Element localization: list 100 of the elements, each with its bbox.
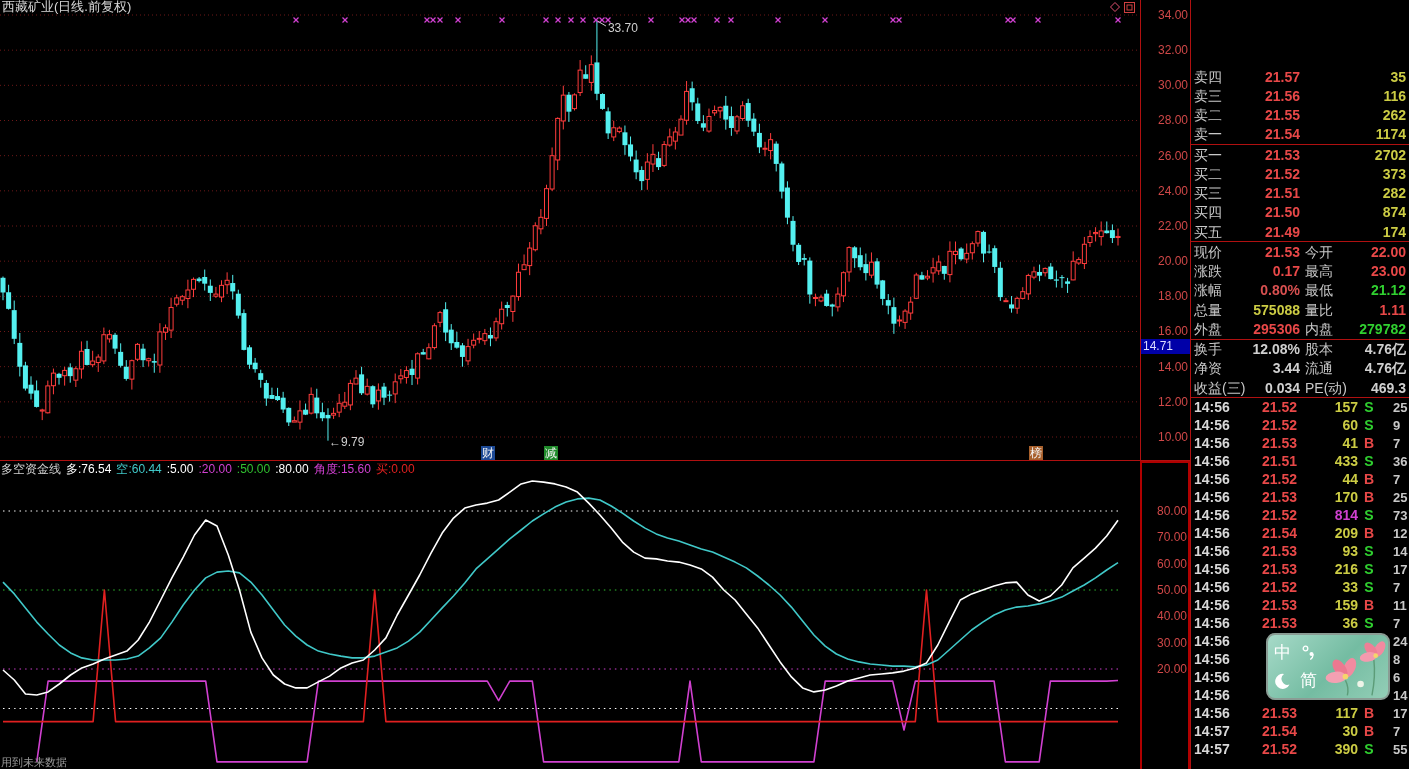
quote-value: 22.00 — [1369, 242, 1406, 261]
tick-time: 14:56 — [1194, 434, 1231, 452]
tick-cell-text: 9 — [1392, 416, 1402, 434]
bid-volume: 2702 — [1373, 145, 1406, 164]
ask-volume: 1174 — [1374, 125, 1406, 144]
tick-time: 14:56 — [1194, 560, 1231, 578]
tick-cell-text: 73 — [1392, 506, 1409, 524]
tick-volume: 33 — [1341, 578, 1358, 597]
quote-value: 295306 — [1252, 319, 1300, 338]
tick-side: S — [1363, 560, 1375, 578]
tick-price: 21.52 — [1260, 740, 1297, 759]
tick-volume: 390 — [1333, 740, 1358, 759]
tick-time: 14:56 — [1194, 416, 1231, 434]
axis-label: 22.00 — [1156, 218, 1189, 233]
tick-volume: 36 — [1341, 614, 1358, 633]
capital-value: 3.44 — [1271, 359, 1300, 378]
axis-label: 80.00 — [1156, 504, 1187, 518]
tick-side: S — [1363, 578, 1375, 596]
axis-label: 30.00 — [1156, 78, 1189, 93]
tick-time: 14:57 — [1194, 740, 1231, 758]
tick-time: 14:56 — [1194, 470, 1231, 488]
tick-cell-text: 36 — [1392, 452, 1409, 470]
quote-label: 今开 — [1304, 242, 1334, 261]
axis-label: 40.00 — [1156, 609, 1187, 624]
bid-volume: 174 — [1381, 222, 1406, 241]
tick-time: 14:57 — [1194, 722, 1231, 740]
axis-label: 70.00 — [1156, 530, 1187, 545]
tick-cell-text: 25 — [1392, 488, 1409, 506]
tick-price: 21.52 — [1260, 416, 1297, 435]
capital-value: 4.76亿 — [1363, 359, 1406, 378]
capital-label: 换手 — [1194, 340, 1223, 359]
language-toggle[interactable]: 中 — [1273, 643, 1291, 662]
bid-price: 21.51 — [1263, 184, 1300, 203]
ask-label: 卖一 — [1194, 125, 1223, 144]
quote-label: 现价 — [1194, 242, 1223, 261]
tick-time: 14:56 — [1194, 398, 1231, 416]
axis-label: 32.00 — [1156, 43, 1189, 58]
tick-price: 21.52 — [1260, 578, 1297, 597]
legend-item: :80.00 — [275, 462, 309, 476]
moon-icon[interactable] — [1274, 672, 1290, 689]
quote-value: 1.11 — [1378, 300, 1406, 319]
tick-time: 14:56 — [1194, 668, 1231, 686]
ask-label: 卖三 — [1194, 86, 1223, 105]
tick-price: 21.53 — [1260, 560, 1297, 579]
tick-side: S — [1363, 614, 1375, 632]
tick-side: B — [1362, 596, 1376, 614]
tick-side: B — [1362, 470, 1376, 488]
tick-time: 14:56 — [1194, 614, 1231, 632]
cross-mark-icon — [821, 16, 829, 24]
tick-time: 14:56 — [1194, 524, 1231, 542]
ask-label: 卖四 — [1194, 67, 1223, 86]
cross-mark-icon — [498, 16, 506, 24]
bid-volume: 282 — [1381, 184, 1406, 203]
cross-mark-icon — [647, 16, 655, 24]
cross-mark-icon — [554, 16, 562, 24]
cross-mark-icon — [454, 16, 462, 24]
tick-cell-text: 7 — [1392, 614, 1402, 632]
tick-cell-text: 7 — [1392, 434, 1402, 452]
script-toggle[interactable]: 简 — [1299, 671, 1317, 690]
capital-label: 股本 — [1304, 340, 1334, 359]
tick-price: 21.53 — [1260, 488, 1297, 507]
cross-mark-icon — [1034, 16, 1042, 24]
bid-price: 21.52 — [1263, 164, 1300, 183]
tick-cell-text: 7 — [1392, 578, 1402, 596]
tick-time: 14:56 — [1194, 488, 1231, 506]
diamond-icon[interactable] — [1110, 2, 1120, 12]
window-icon[interactable] — [1124, 1, 1135, 13]
axis-label: 10.00 — [1156, 429, 1189, 444]
axis-label: 30.00 — [1156, 635, 1187, 650]
cross-mark-icon — [774, 16, 782, 24]
cross-mark-icon — [579, 16, 587, 24]
tick-time: 14:56 — [1194, 704, 1231, 722]
axis-label: 14.00 — [1156, 359, 1189, 374]
tick-volume: 93 — [1341, 542, 1358, 561]
tick-cell-text: 25 — [1392, 398, 1409, 416]
capital-label: 净资 — [1194, 359, 1223, 378]
tick-price: 21.53 — [1260, 542, 1297, 561]
ask-price: 21.54 — [1263, 125, 1300, 144]
tick-price: 21.53 — [1260, 704, 1297, 723]
tick-time: 14:56 — [1194, 578, 1231, 596]
ask-price: 21.56 — [1263, 86, 1300, 105]
tick-price: 21.52 — [1260, 398, 1297, 417]
capital-label: 流通 — [1304, 359, 1334, 378]
tick-volume: 433 — [1333, 452, 1358, 471]
cross-mark-icon — [341, 16, 349, 24]
tick-volume: 60 — [1341, 416, 1358, 435]
tick-side: S — [1363, 542, 1375, 560]
tick-side: B — [1362, 524, 1376, 542]
quote-label: 最低 — [1304, 281, 1334, 300]
tick-price: 21.53 — [1260, 596, 1297, 615]
quote-value: 575088 — [1252, 300, 1300, 319]
punctuation-icon[interactable] — [1301, 645, 1315, 660]
legend-item: :20.00 — [198, 462, 232, 476]
quote-value: 0.80% — [1259, 281, 1300, 300]
cross-mark-icon — [713, 16, 721, 24]
event-tag: 财 — [481, 446, 495, 460]
capital-value: 4.76亿 — [1363, 340, 1406, 359]
tick-time: 14:56 — [1194, 506, 1231, 524]
ask-label: 卖二 — [1194, 106, 1223, 125]
bid-volume: 373 — [1381, 164, 1406, 183]
